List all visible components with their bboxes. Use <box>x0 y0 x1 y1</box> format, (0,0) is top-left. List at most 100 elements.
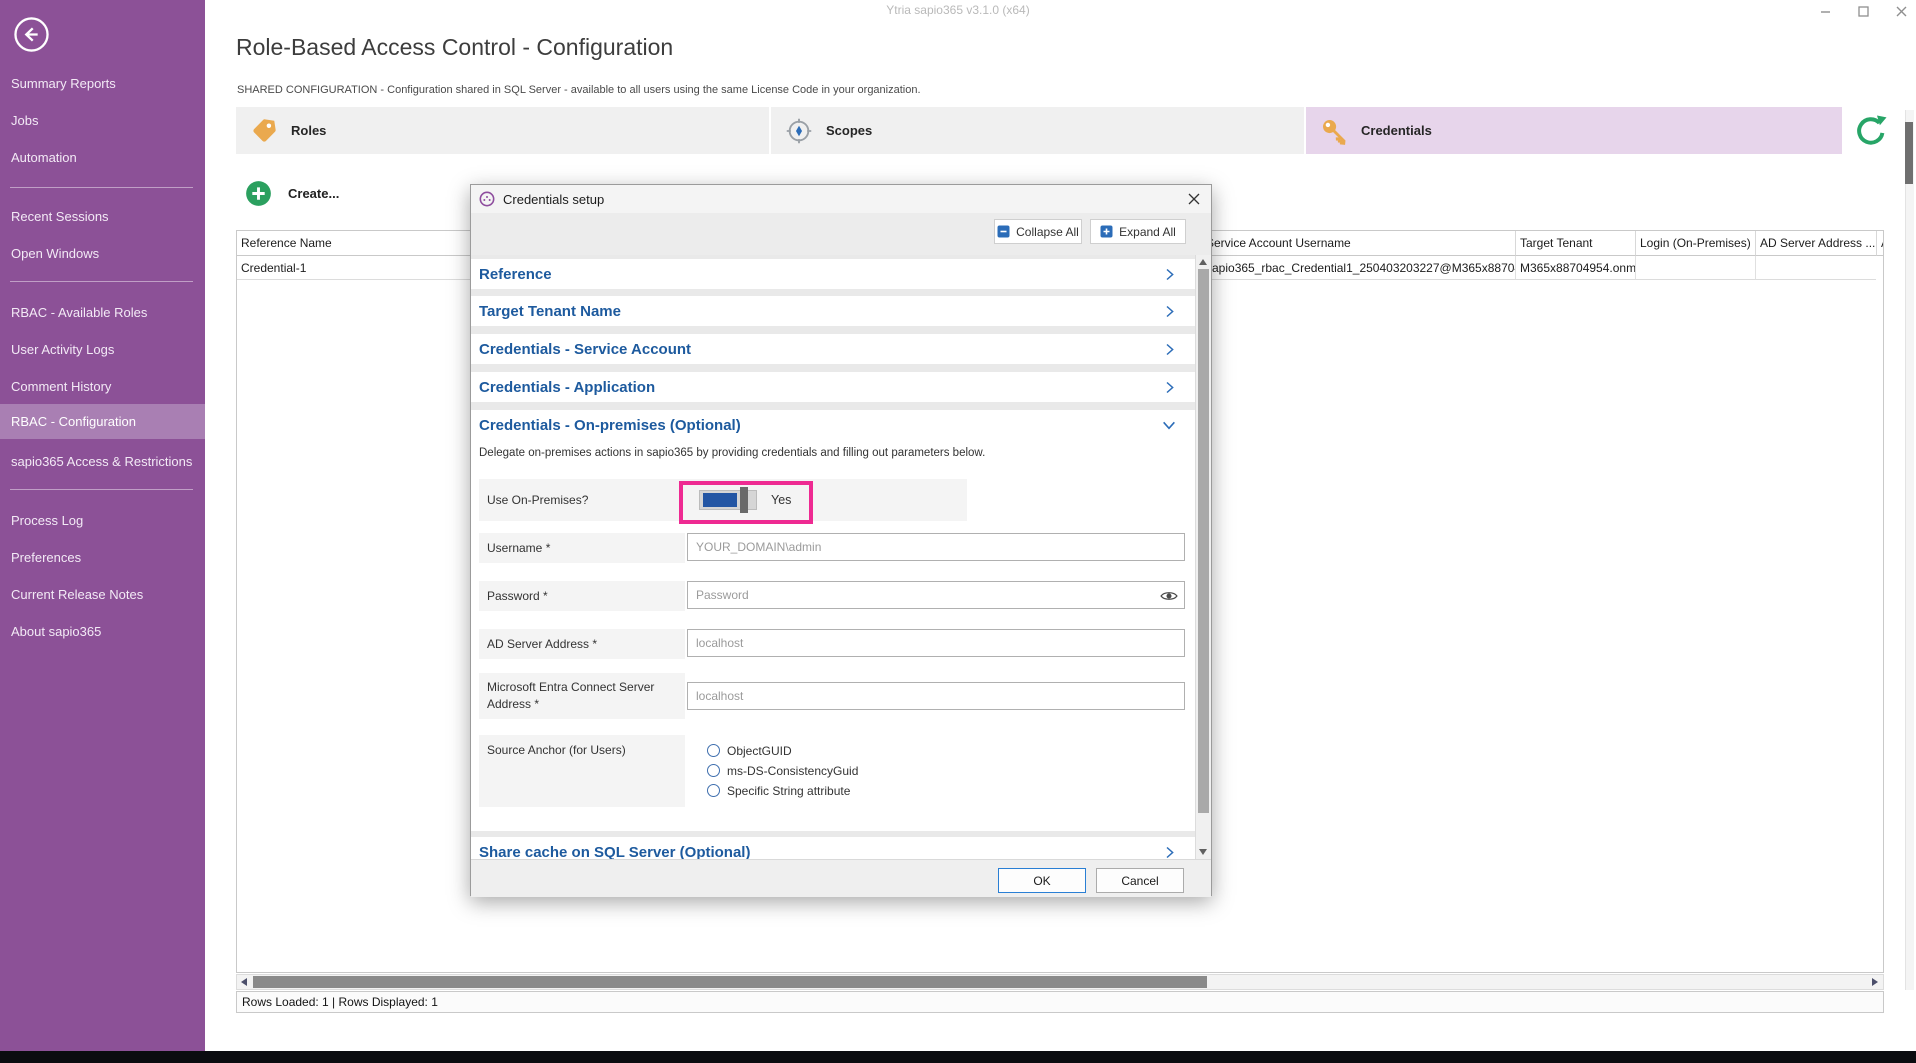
entra-connect-server-field[interactable] <box>687 682 1185 710</box>
window-vertical-scrollbar[interactable] <box>1905 110 1914 990</box>
sidebar-item-preferences[interactable]: Preferences <box>0 543 205 573</box>
expand-icon <box>1100 225 1113 238</box>
cancel-button[interactable]: Cancel <box>1096 868 1184 893</box>
section-share-cache-sql[interactable]: Share cache on SQL Server (Optional) <box>471 837 1195 859</box>
credentials-setup-dialog: Credentials setup Collapse All Expand Al… <box>470 184 1212 896</box>
tab-credentials[interactable]: Credentials <box>1306 107 1842 154</box>
scroll-right-icon[interactable] <box>1872 978 1878 986</box>
source-anchor-label: Source Anchor (for Users) <box>479 735 685 807</box>
sidebar-item-rbac-configuration[interactable]: RBAC - Configuration <box>0 404 205 439</box>
tab-roles[interactable]: Roles <box>236 107 769 154</box>
back-button[interactable] <box>13 16 50 53</box>
collapse-icon <box>997 225 1010 238</box>
table-row-cell-login-on-premises[interactable] <box>1635 256 1755 280</box>
chevron-right-icon <box>1162 342 1177 357</box>
ytria-app-icon <box>479 191 495 207</box>
section-target-tenant-name[interactable]: Target Tenant Name <box>471 296 1195 326</box>
ad-server-address-label: AD Server Address * <box>479 629 685 659</box>
password-field[interactable] <box>687 581 1185 609</box>
sidebar-item-about-sapio365[interactable]: About sapio365 <box>0 617 205 647</box>
annotation-highlight <box>679 481 813 524</box>
horizontal-scrollbar[interactable] <box>236 974 1884 990</box>
dialog-close-icon[interactable] <box>1181 187 1207 211</box>
page-title: Role-Based Access Control - Configuratio… <box>236 34 673 61</box>
tag-icon <box>250 117 278 145</box>
radio-specific-string-attribute[interactable]: Specific String attribute <box>707 782 850 799</box>
dialog-scrollbar-thumb[interactable] <box>1198 269 1209 813</box>
radio-icon[interactable] <box>707 744 720 757</box>
chevron-right-icon <box>1162 845 1177 860</box>
scroll-up-icon[interactable] <box>1199 259 1207 265</box>
sidebar-item-sapio365-access[interactable]: sapio365 Access & Restrictions <box>0 447 205 477</box>
radio-icon[interactable] <box>707 764 720 777</box>
tab-scopes[interactable]: Scopes <box>771 107 1304 154</box>
scroll-down-icon[interactable] <box>1199 849 1207 855</box>
sidebar-item-comment-history[interactable]: Comment History <box>0 372 205 402</box>
sidebar-item-automation[interactable]: Automation <box>0 143 205 173</box>
username-label: Username * <box>479 533 685 563</box>
sidebar-item-user-activity-logs[interactable]: User Activity Logs <box>0 335 205 365</box>
sidebar-item-current-release-notes[interactable]: Current Release Notes <box>0 580 205 610</box>
sidebar: Summary Reports Jobs Automation Recent S… <box>0 0 205 1051</box>
use-on-premises-label: Use On-Premises? <box>487 479 588 521</box>
section-credentials-service-account[interactable]: Credentials - Service Account <box>471 334 1195 364</box>
crosshair-icon <box>785 117 813 145</box>
expand-all-button[interactable]: Expand All <box>1090 219 1186 244</box>
window-controls <box>1818 4 1908 18</box>
radio-objectguid[interactable]: ObjectGUID <box>707 742 792 759</box>
minimize-icon[interactable] <box>1818 4 1832 18</box>
on-premises-description: Delegate on-premises actions in sapio365… <box>479 447 985 459</box>
close-icon[interactable] <box>1894 4 1908 18</box>
entra-connect-server-label: Microsoft Entra Connect Server Address * <box>479 673 685 719</box>
maximize-icon[interactable] <box>1856 4 1870 18</box>
collapse-all-label: Collapse All <box>1016 225 1079 239</box>
sidebar-item-process-log[interactable]: Process Log <box>0 506 205 536</box>
column-header-clipped[interactable]: A <box>1876 231 1884 256</box>
section-reference[interactable]: Reference <box>471 259 1195 289</box>
key-icon <box>1320 117 1348 145</box>
dialog-footer: OK Cancel <box>471 859 1211 897</box>
sidebar-divider <box>10 489 193 490</box>
create-button[interactable]: Create... <box>245 180 339 207</box>
sidebar-divider <box>10 281 193 282</box>
column-header-login-on-premises[interactable]: Login (On-Premises) <box>1635 231 1755 256</box>
dialog-title: Credentials setup <box>503 192 604 207</box>
chevron-down-icon <box>1161 417 1177 433</box>
sidebar-item-open-windows[interactable]: Open Windows <box>0 239 205 269</box>
section-credentials-on-premises: Credentials - On-premises (Optional) Del… <box>471 410 1195 831</box>
radio-icon[interactable] <box>707 784 720 797</box>
table-row-cell-target-tenant[interactable]: M365x88704954.onm <box>1515 256 1635 280</box>
ad-server-address-field[interactable] <box>687 629 1185 657</box>
dialog-titlebar[interactable]: Credentials setup <box>471 185 1211 213</box>
chevron-right-icon <box>1162 304 1177 319</box>
sidebar-item-jobs[interactable]: Jobs <box>0 106 205 136</box>
status-bar: Rows Loaded: 1 | Rows Displayed: 1 <box>236 991 1884 1013</box>
column-header-target-tenant[interactable]: Target Tenant <box>1515 231 1635 256</box>
scroll-left-icon[interactable] <box>241 978 247 986</box>
ok-button[interactable]: OK <box>998 868 1086 893</box>
back-arrow-icon <box>13 16 50 53</box>
section-header-on-premises[interactable]: Credentials - On-premises (Optional) <box>471 410 1195 440</box>
window-title: Ytria sapio365 v3.1.0 (x64) <box>0 3 1916 17</box>
expand-all-label: Expand All <box>1119 225 1176 239</box>
password-reveal-eye-icon[interactable] <box>1159 586 1179 606</box>
window-vertical-scrollbar-thumb[interactable] <box>1905 122 1913 184</box>
section-credentials-application[interactable]: Credentials - Application <box>471 372 1195 402</box>
column-header-service-account-username[interactable]: Service Account Username <box>1201 231 1515 256</box>
plus-circle-icon <box>245 180 272 207</box>
column-header-ad-server-address[interactable]: AD Server Address ... <box>1755 231 1876 256</box>
sidebar-item-summary-reports[interactable]: Summary Reports <box>0 69 205 99</box>
collapse-all-button[interactable]: Collapse All <box>994 219 1082 244</box>
horizontal-scrollbar-thumb[interactable] <box>253 976 1207 988</box>
tab-label: Credentials <box>1361 123 1432 138</box>
refresh-icon[interactable] <box>1852 112 1890 150</box>
table-row-cell-ad-server[interactable] <box>1755 256 1876 280</box>
table-row-cell-service-account[interactable]: sapio365_rbac_Credential1_250403203227@M… <box>1201 256 1515 280</box>
sidebar-item-recent-sessions[interactable]: Recent Sessions <box>0 202 205 232</box>
password-label: Password * <box>479 581 685 611</box>
username-field[interactable] <box>687 533 1185 561</box>
sidebar-item-rbac-available-roles[interactable]: RBAC - Available Roles <box>0 298 205 328</box>
dialog-vertical-scrollbar[interactable] <box>1195 255 1211 859</box>
tab-label: Roles <box>291 123 326 138</box>
radio-ms-ds-consistencyguid[interactable]: ms-DS-ConsistencyGuid <box>707 762 858 779</box>
